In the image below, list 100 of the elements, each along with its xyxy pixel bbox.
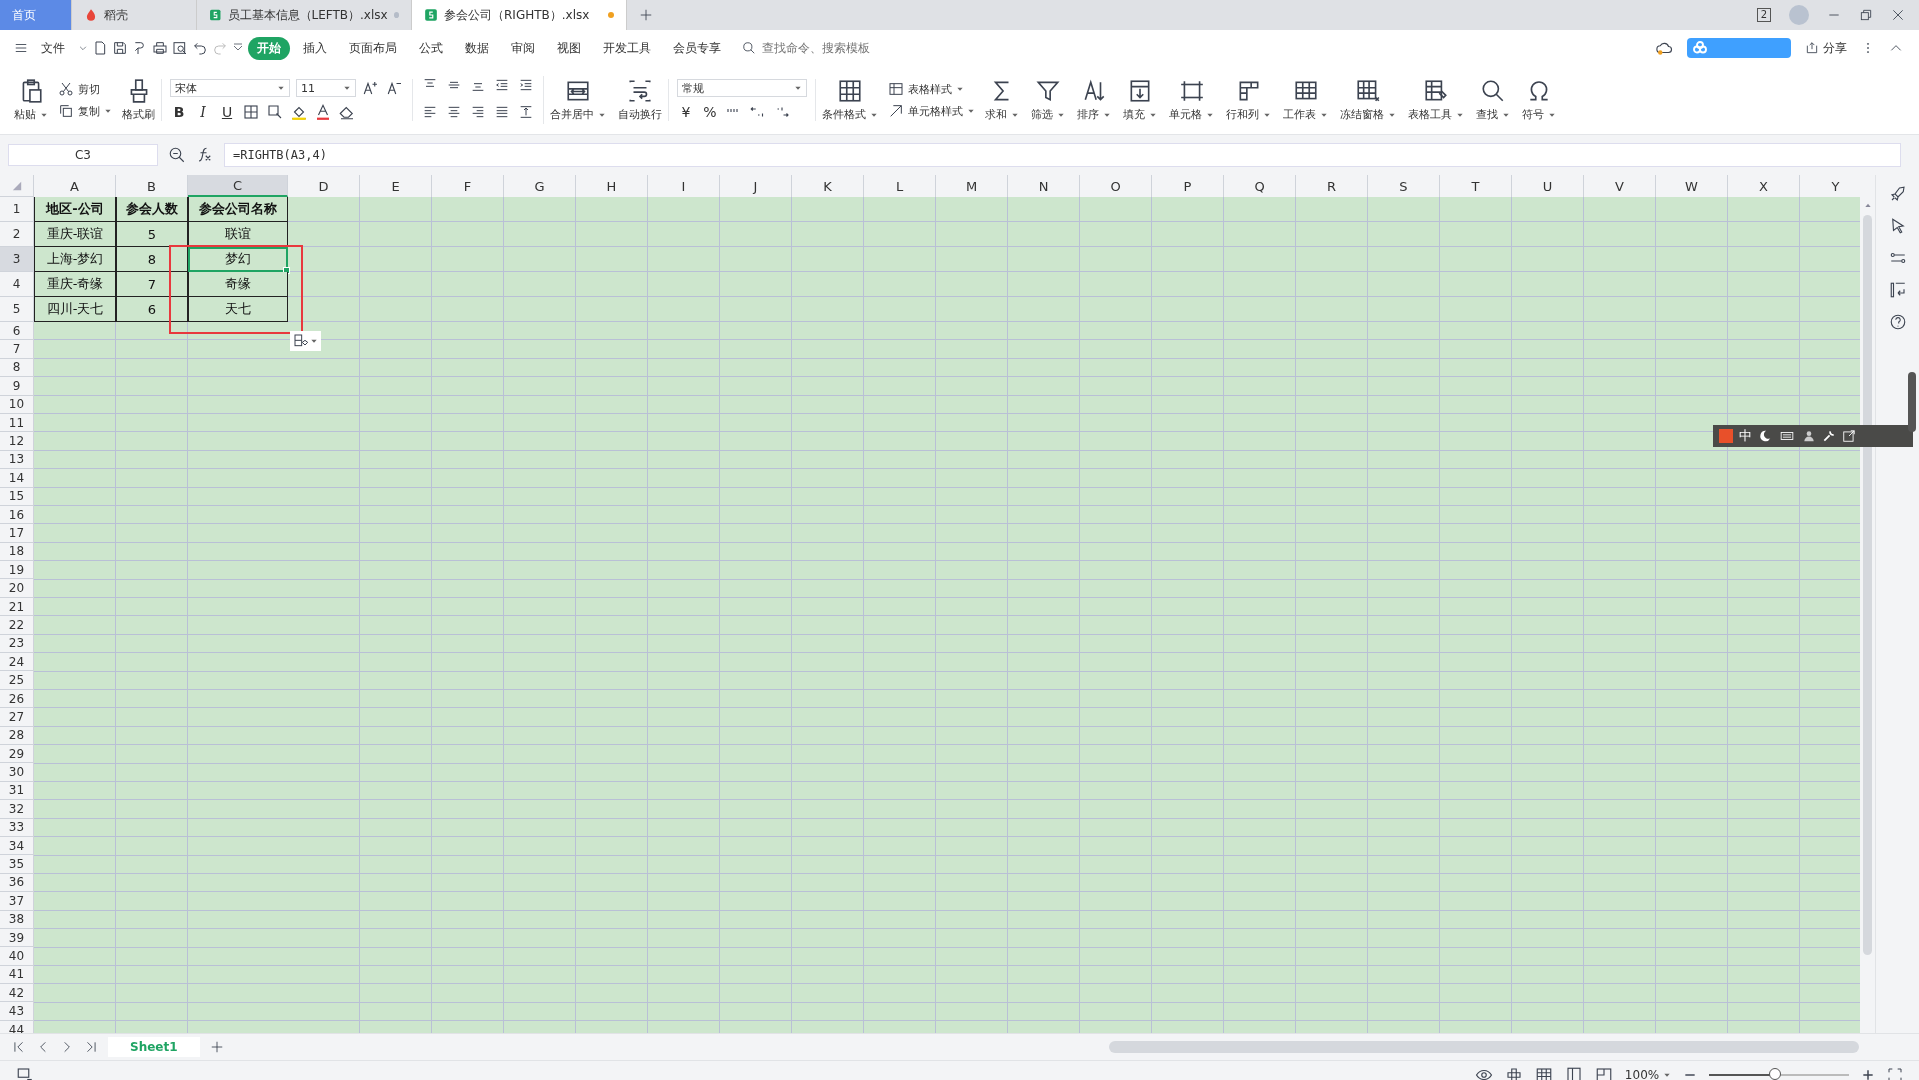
row-header[interactable]: 2 <box>0 222 34 247</box>
table-cell[interactable]: 地区-公司 <box>34 197 116 222</box>
grow-font-icon[interactable] <box>362 79 380 97</box>
macro-icon[interactable] <box>16 1065 34 1080</box>
menu-tab[interactable]: 插入 <box>294 36 336 60</box>
scrollbar-thumb[interactable] <box>1863 215 1872 955</box>
column-header[interactable]: G <box>504 175 576 197</box>
row-header[interactable]: 9 <box>0 377 34 396</box>
ime-mode[interactable]: 中 <box>1739 427 1752 445</box>
ribbon-button[interactable]: 筛选 <box>1025 76 1071 124</box>
name-box[interactable]: C3 <box>8 144 158 166</box>
column-header[interactable]: C <box>188 175 288 197</box>
restore-icon[interactable] <box>1859 8 1873 22</box>
table-cell[interactable]: 联谊 <box>188 222 288 247</box>
print-icon[interactable] <box>152 40 168 56</box>
format-button[interactable]: % <box>701 104 719 120</box>
column-header[interactable]: R <box>1296 175 1368 197</box>
ribbon-button[interactable]: 填充 <box>1117 76 1163 124</box>
first-sheet-icon[interactable] <box>12 1040 26 1054</box>
row-header[interactable]: 37 <box>0 892 34 911</box>
ribbon-button[interactable]: 排序 <box>1071 76 1117 124</box>
crosshair-icon[interactable] <box>1504 1065 1523 1080</box>
ribbon-button[interactable]: 条件格式 <box>816 76 884 124</box>
menu-tab[interactable]: 开发工具 <box>594 36 660 60</box>
row-header[interactable]: 5 <box>0 297 34 322</box>
shading-icon[interactable] <box>266 103 284 121</box>
person-icon[interactable] <box>1802 429 1816 443</box>
rocket-icon[interactable] <box>1888 185 1907 203</box>
row-header[interactable]: 14 <box>0 469 34 488</box>
outdent-icon[interactable] <box>494 77 510 93</box>
table-cell[interactable]: 四川-天七 <box>34 297 116 322</box>
column-header[interactable]: U <box>1512 175 1584 197</box>
menu-tab[interactable]: 审阅 <box>502 36 544 60</box>
format-button[interactable]: I <box>194 104 212 120</box>
column-header[interactable]: O <box>1080 175 1152 197</box>
column-header[interactable]: N <box>1008 175 1080 197</box>
share-button[interactable]: 分享 <box>1805 39 1847 57</box>
last-sheet-icon[interactable] <box>84 1040 98 1054</box>
row-header[interactable]: 20 <box>0 579 34 598</box>
row-header[interactable]: 24 <box>0 653 34 672</box>
column-header[interactable]: T <box>1440 175 1512 197</box>
column-header[interactable]: E <box>360 175 432 197</box>
normal-view-icon[interactable] <box>1534 1065 1553 1080</box>
row-header[interactable]: 25 <box>0 671 34 690</box>
row-header[interactable]: 17 <box>0 524 34 543</box>
distribute-icon[interactable] <box>518 104 534 120</box>
menu-tab[interactable]: 数据 <box>456 36 498 60</box>
ribbon-button[interactable]: 表格工具 <box>1402 76 1470 124</box>
column-header[interactable]: I <box>648 175 720 197</box>
formula-field[interactable]: =RIGHTB(A3,4) <box>224 143 1901 167</box>
column-header[interactable]: H <box>576 175 648 197</box>
scrollbar-thumb[interactable] <box>1109 1041 1859 1053</box>
ribbon-button[interactable]: 工作表 <box>1277 76 1334 124</box>
paste-options-button[interactable] <box>290 331 321 351</box>
menu-tab[interactable]: 会员专享 <box>664 36 730 60</box>
column-header[interactable]: X <box>1728 175 1800 197</box>
ribbon-button[interactable]: 求和 <box>979 76 1025 124</box>
format-button[interactable]: U <box>218 104 236 120</box>
table-cell[interactable]: 5 <box>116 222 188 247</box>
column-header[interactable]: K <box>792 175 864 197</box>
input-method-icon[interactable] <box>1719 429 1733 443</box>
external-icon[interactable] <box>1842 429 1856 443</box>
zoom-select[interactable]: 100% <box>1624 1067 1671 1080</box>
column-header[interactable]: F <box>432 175 504 197</box>
menu-tab[interactable]: 文件 <box>32 36 74 60</box>
row-header[interactable]: 12 <box>0 432 34 451</box>
column-header[interactable]: S <box>1368 175 1440 197</box>
table-cell[interactable]: 重庆-奇缘 <box>34 272 116 297</box>
ribbon-button[interactable]: 单元格样式 <box>888 103 975 119</box>
table-cell[interactable]: 8 <box>116 247 188 272</box>
menu-tab[interactable]: 视图 <box>548 36 590 60</box>
close-icon[interactable] <box>1891 8 1905 22</box>
menu-icon[interactable] <box>14 41 28 55</box>
ribbon-button[interactable]: 查找 <box>1470 76 1516 124</box>
ribbon-button[interactable]: 表格样式 <box>888 81 975 97</box>
ribbon-button[interactable]: 单元格 <box>1163 76 1220 124</box>
column-header[interactable]: M <box>936 175 1008 197</box>
align-left-icon[interactable] <box>422 104 438 120</box>
row-header[interactable]: 7 <box>0 340 34 359</box>
row-header[interactable]: 30 <box>0 763 34 782</box>
new-file-icon[interactable] <box>92 40 108 56</box>
font-select[interactable]: 宋体 <box>170 79 290 97</box>
ribbon-button[interactable]: 自动换行 <box>612 76 668 124</box>
row-header[interactable]: 1 <box>0 197 34 222</box>
justify-icon[interactable] <box>494 104 510 120</box>
ribbon-button[interactable]: 剪切 <box>58 81 112 97</box>
row-header[interactable]: 35 <box>0 855 34 874</box>
border-icon[interactable] <box>242 103 260 121</box>
ribbon-button[interactable]: 格式刷 <box>116 76 161 124</box>
row-header[interactable]: 22 <box>0 616 34 635</box>
help-icon[interactable] <box>1888 313 1907 331</box>
table-cell[interactable]: 7 <box>116 272 188 297</box>
row-header[interactable]: 4 <box>0 272 34 297</box>
format-button[interactable]: ¥ <box>677 104 695 120</box>
row-header[interactable]: 19 <box>0 561 34 580</box>
page-view-icon[interactable] <box>1564 1065 1583 1080</box>
search-field[interactable]: 查找命令、搜索模板 <box>742 40 904 56</box>
table-cell[interactable]: 天七 <box>188 297 288 322</box>
zoom-icon[interactable] <box>168 146 186 164</box>
table-cell[interactable]: 重庆-联谊 <box>34 222 116 247</box>
